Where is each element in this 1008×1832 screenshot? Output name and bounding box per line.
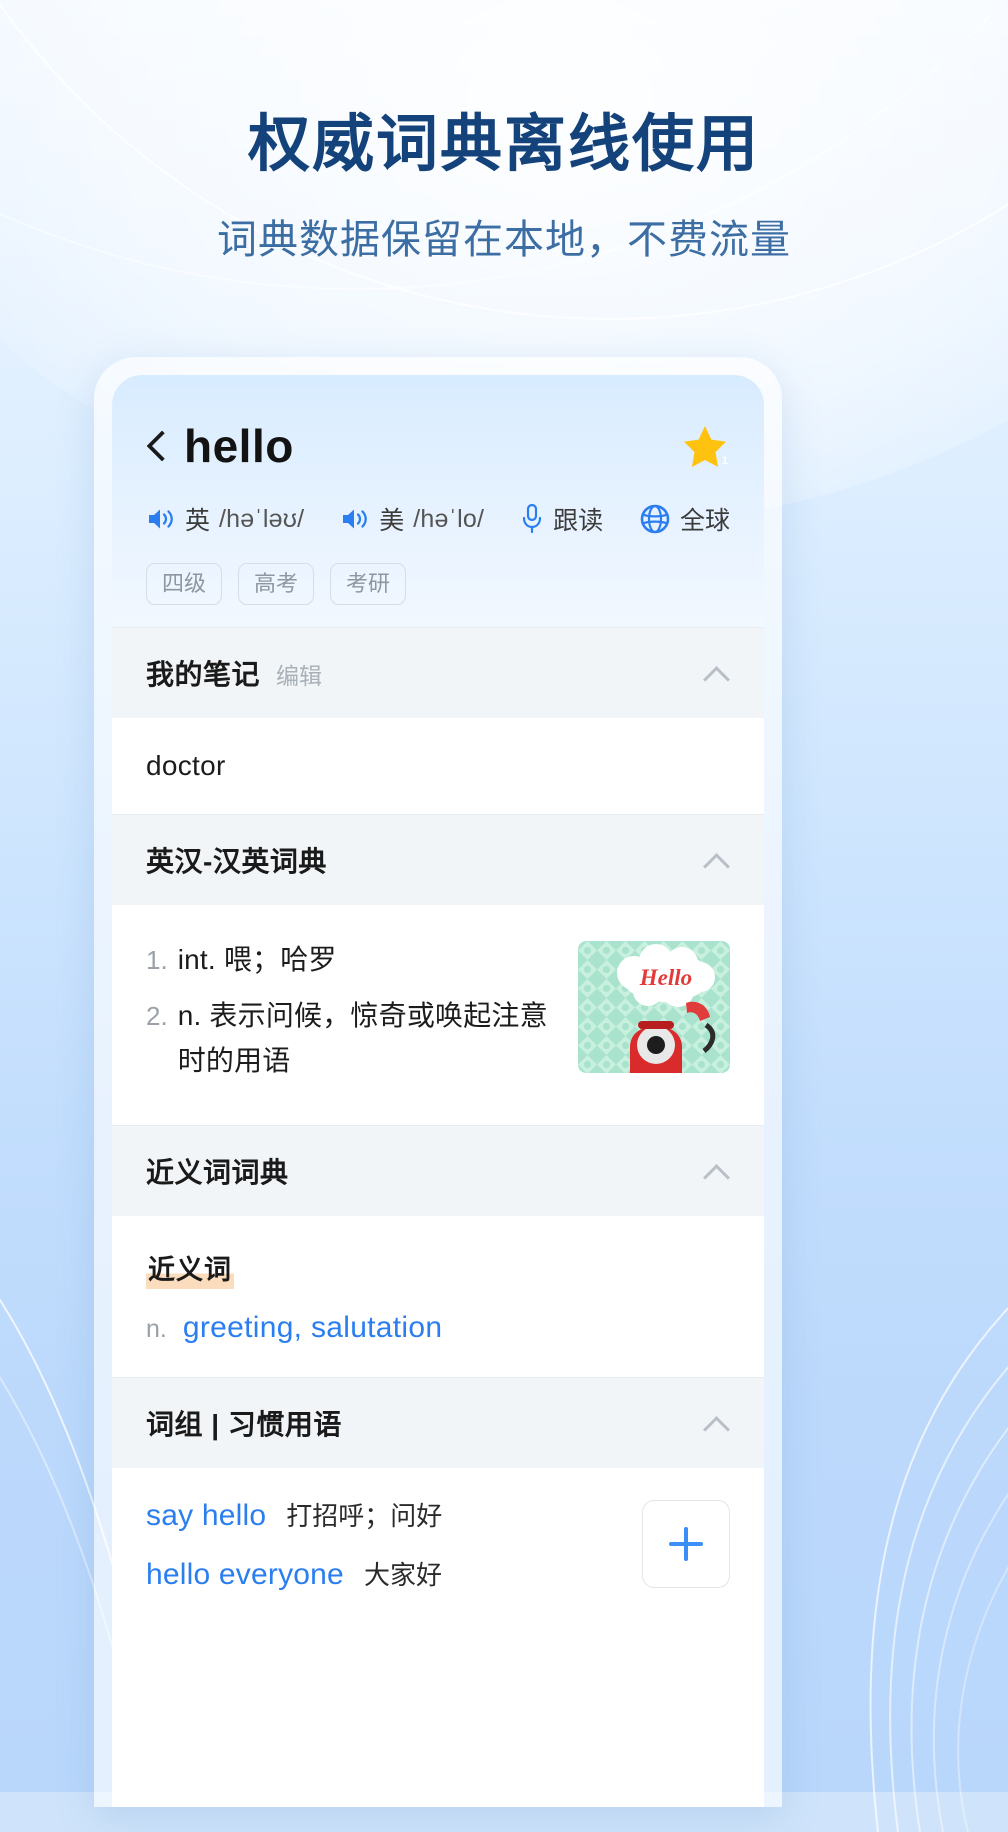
- section-title: 英汉-汉英词典: [146, 846, 327, 878]
- phrase-row: say hello 打招呼；问好: [146, 1496, 622, 1533]
- definition-item: 2. n. 表示问候，惊奇或唤起注意时的用语: [146, 993, 560, 1084]
- section-header-left: 近义词词典: [146, 1151, 289, 1191]
- exam-tag[interactable]: 四级: [146, 563, 223, 606]
- hello-telephone-illustration[interactable]: Hello: [578, 941, 730, 1074]
- phone-mockup-frame: hello 1 英 /həˈləʊ/ 美 /həˈlo/ 跟读 全球 四级 高考…: [94, 357, 782, 1807]
- pronunciation-row: 英 /həˈləʊ/ 美 /həˈlo/ 跟读 全球: [146, 501, 730, 537]
- pronunciation-us-label: 美: [379, 507, 405, 535]
- microphone-icon: [522, 503, 542, 534]
- plus-icon: [669, 1527, 703, 1562]
- follow-read-button[interactable]: 跟读: [520, 501, 603, 537]
- title-row: hello 1: [146, 421, 730, 471]
- definition-item: 1. int. 喂；哈罗: [146, 937, 560, 982]
- definition-list: 1. int. 喂；哈罗 2. n. 表示问候，惊奇或唤起注意时的用语: [146, 937, 560, 1093]
- global-label: 全球: [680, 507, 731, 535]
- globe-icon: [640, 504, 670, 534]
- exam-tag-row: 四级 高考 考研: [146, 563, 730, 606]
- section-header-left: 英汉-汉英词典: [146, 840, 327, 880]
- chevron-up-icon[interactable]: [704, 852, 730, 868]
- promo-heading-block: 权威词典离线使用 词典数据保留在本地，不费流量: [0, 108, 1008, 265]
- chevron-up-icon[interactable]: [704, 1415, 730, 1431]
- section-header-ec-ce-dictionary[interactable]: 英汉-汉英词典: [112, 814, 764, 906]
- section-header-left: 词组 | 习惯用语: [146, 1403, 342, 1443]
- phrase-english[interactable]: say hello: [146, 1499, 266, 1533]
- exam-tag[interactable]: 高考: [238, 563, 315, 606]
- synonym-line: n. greeting, salutation: [146, 1311, 730, 1345]
- back-chevron-icon[interactable]: [146, 428, 168, 464]
- promo-subheadline: 词典数据保留在本地，不费流量: [217, 218, 791, 263]
- section-body-phrases: say hello 打招呼；问好 hello everyone 大家好: [112, 1468, 764, 1635]
- favorite-star-button[interactable]: 1: [680, 421, 730, 471]
- chevron-up-icon[interactable]: [704, 665, 730, 681]
- pronunciation-uk-ipa: /həˈləʊ/: [219, 504, 305, 533]
- synonym-pos: n.: [146, 1315, 167, 1344]
- section-body-synonym-dictionary: 近义词 n. greeting, salutation: [112, 1216, 764, 1378]
- section-title: 词组 | 习惯用语: [146, 1409, 342, 1441]
- phrase-chinese: 打招呼；问好: [286, 1501, 443, 1532]
- follow-read-label: 跟读: [553, 507, 604, 535]
- phrase-row: hello everyone 大家好: [146, 1555, 622, 1592]
- synonym-words[interactable]: greeting, salutation: [183, 1311, 443, 1345]
- section-header-phrases[interactable]: 词组 | 习惯用语: [112, 1377, 764, 1469]
- title-left-group: hello: [146, 423, 294, 469]
- speaker-icon: [343, 509, 368, 529]
- page-title: hello: [184, 420, 294, 472]
- chevron-up-icon[interactable]: [704, 1163, 730, 1179]
- add-phrase-button[interactable]: [642, 1500, 730, 1589]
- synonym-group-label: 近义词: [146, 1248, 234, 1290]
- definition-text: int. 喂；哈罗: [177, 944, 337, 976]
- section-title: 我的笔记: [146, 659, 261, 691]
- phrase-english[interactable]: hello everyone: [146, 1558, 344, 1592]
- section-body-ec-ce-dictionary: 1. int. 喂；哈罗 2. n. 表示问候，惊奇或唤起注意时的用语 Hell…: [112, 905, 764, 1126]
- definition-text: n. 表示问候，惊奇或唤起注意时的用语: [177, 999, 548, 1077]
- definition-number: 1.: [146, 945, 168, 976]
- pronunciation-us-ipa: /həˈlo/: [413, 504, 485, 533]
- global-button[interactable]: 全球: [639, 501, 730, 537]
- speaker-icon: [149, 509, 173, 529]
- app-screen: hello 1 英 /həˈləʊ/ 美 /həˈlo/ 跟读 全球 四级 高考…: [112, 375, 764, 1807]
- definitions-wrapper: 1. int. 喂；哈罗 2. n. 表示问候，惊奇或唤起注意时的用语 Hell…: [146, 937, 730, 1093]
- favorite-badge-count: 1: [721, 455, 728, 467]
- pronunciation-us[interactable]: 美 /həˈlo/: [340, 501, 484, 537]
- note-text: doctor: [146, 750, 226, 782]
- edit-note-button[interactable]: 编辑: [276, 657, 322, 691]
- definition-number: 2.: [146, 1000, 168, 1031]
- section-header-left: 我的笔记 编辑: [146, 653, 322, 693]
- section-body-my-notes: doctor: [112, 718, 764, 815]
- exam-tag[interactable]: 考研: [330, 563, 407, 606]
- pronunciation-uk[interactable]: 英 /həˈləʊ/: [146, 501, 304, 537]
- promo-headline: 权威词典离线使用: [247, 110, 760, 179]
- section-header-my-notes[interactable]: 我的笔记 编辑: [112, 627, 764, 719]
- section-title: 近义词词典: [146, 1157, 289, 1189]
- phrase-chinese: 大家好: [363, 1560, 442, 1591]
- word-detail-header: hello 1 英 /həˈləʊ/ 美 /həˈlo/ 跟读 全球 四级 高考…: [112, 375, 764, 628]
- section-header-synonym-dictionary[interactable]: 近义词词典: [112, 1125, 764, 1217]
- phrase-list: say hello 打招呼；问好 hello everyone 大家好: [146, 1496, 622, 1614]
- pronunciation-uk-label: 英: [185, 507, 211, 535]
- illustration-caption: Hello: [639, 965, 692, 990]
